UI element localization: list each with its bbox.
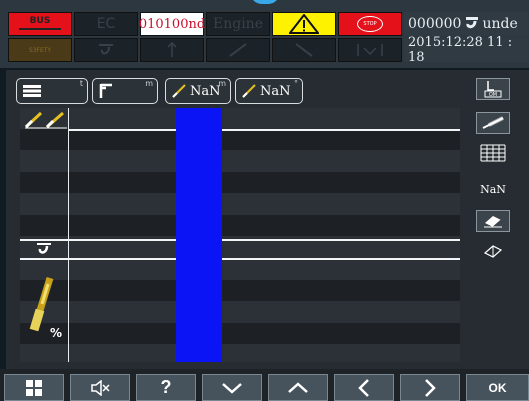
radius-unit: m	[145, 79, 153, 88]
error-code[interactable]: 010100nd	[138, 12, 206, 36]
main-panel: t m NaN m NaN ° % OM NaN	[6, 70, 529, 369]
stop-status[interactable]: STOP	[338, 12, 402, 36]
eraser-icon	[484, 216, 502, 228]
side-nan-value: NaN	[476, 180, 510, 198]
grid-stripe	[20, 280, 460, 301]
eraser-button[interactable]	[476, 210, 510, 232]
menu-button[interactable]	[4, 374, 64, 401]
error-code-value: 010100nd	[138, 16, 206, 32]
datetime: 2015:12:28 11 : 18	[404, 35, 529, 65]
row2-hook-status[interactable]	[74, 38, 138, 62]
ok-label: OK	[488, 380, 507, 395]
ok-button[interactable]: OK	[466, 374, 529, 401]
hook-small-icon	[99, 44, 113, 55]
status-bar: BUS EC 010100nd Engine STOP 000000 unde …	[0, 0, 529, 68]
svg-text:OM: OM	[489, 92, 497, 98]
angle-unit: °	[294, 79, 298, 88]
chart-grid-icon	[480, 144, 506, 162]
boom-pair-icon	[24, 111, 67, 129]
arrow-up-icon	[167, 42, 177, 57]
bottom-nav: ? OK	[0, 369, 529, 401]
grid-stripe	[20, 215, 460, 236]
counter-suffix: unde	[482, 16, 518, 32]
boom-length-button[interactable]: NaN m	[165, 78, 231, 104]
upper-limit-line	[68, 129, 460, 131]
grid-menu-icon	[26, 379, 42, 396]
hook-row-icon	[37, 243, 51, 254]
hook-top-line	[20, 239, 460, 241]
row2-boom-up-status[interactable]	[206, 38, 270, 62]
crane-hook-icon	[99, 83, 112, 98]
left-button[interactable]	[334, 374, 394, 401]
ec-label: EC	[96, 16, 116, 32]
telescopic-boom-icon	[29, 276, 54, 332]
bus-label: BUS	[29, 16, 51, 26]
list-icon	[23, 85, 41, 97]
hook-bottom-line	[20, 258, 460, 260]
warning-triangle-icon	[289, 14, 319, 34]
radius-button[interactable]: m	[92, 78, 158, 104]
help-button[interactable]: ?	[136, 374, 196, 401]
right-button[interactable]	[400, 374, 460, 401]
warning-status[interactable]	[272, 12, 336, 36]
down-button[interactable]	[202, 374, 262, 401]
datetime-value: 2015:12:28 11 : 18	[408, 35, 513, 65]
om-icon: OM	[484, 81, 502, 98]
telescope-button[interactable]	[476, 112, 510, 134]
engine-status[interactable]: Engine	[206, 12, 270, 36]
safety-label: S3FETY	[28, 46, 52, 54]
bus-arrow-icon	[19, 28, 61, 31]
chart-grid-button[interactable]	[476, 142, 510, 164]
telescopic-boom-icon	[482, 116, 504, 129]
grid-stripe	[20, 323, 460, 344]
percent-label: %	[50, 326, 63, 340]
safety-status[interactable]: S3FETY	[8, 38, 72, 62]
load-unit: t	[79, 79, 83, 88]
outrigger-icon	[357, 44, 383, 56]
grid-stripe	[20, 172, 460, 193]
eraser-icon	[483, 245, 503, 258]
side-nan-text: NaN	[480, 182, 506, 196]
chevron-up-icon	[288, 381, 308, 393]
boom-angle-icon	[242, 84, 256, 98]
boom-length-unit: m	[218, 79, 226, 88]
mute-button[interactable]	[70, 374, 130, 401]
stop-label: STOP	[363, 21, 377, 27]
row2-boom-down-status[interactable]	[272, 38, 336, 62]
speaker-mute-icon	[91, 379, 110, 396]
boom-length-value: NaN	[190, 83, 221, 99]
hook-icon	[466, 17, 479, 29]
load-chart: %	[20, 108, 460, 362]
up-button[interactable]	[268, 374, 328, 401]
angle-button[interactable]: NaN °	[235, 78, 303, 104]
counter-value: 000000	[408, 16, 462, 32]
boom-lower-icon	[295, 43, 313, 57]
chevron-left-icon	[358, 378, 369, 397]
row2-outrigger-status[interactable]	[338, 38, 402, 62]
bus-status[interactable]: BUS	[8, 12, 72, 36]
chevron-down-icon	[222, 382, 242, 394]
chart-separator	[68, 108, 69, 362]
hours-counter: 000000 unde	[404, 12, 529, 36]
grid-stripe	[20, 129, 460, 150]
row2-up-status[interactable]	[140, 38, 204, 62]
boom-icon	[172, 84, 186, 98]
load-button[interactable]: t	[16, 78, 88, 104]
eraser-button-2[interactable]	[476, 240, 510, 262]
engine-label: Engine	[213, 16, 263, 32]
stop-icon: STOP	[357, 16, 383, 32]
boom-raise-icon	[229, 43, 247, 57]
load-bar	[176, 108, 222, 362]
chevron-right-icon	[425, 378, 436, 397]
angle-value: NaN	[260, 83, 291, 99]
indicator-light	[250, 0, 280, 4]
help-label: ?	[160, 377, 172, 397]
om-button[interactable]: OM	[476, 78, 510, 100]
ec-status[interactable]: EC	[74, 12, 138, 36]
